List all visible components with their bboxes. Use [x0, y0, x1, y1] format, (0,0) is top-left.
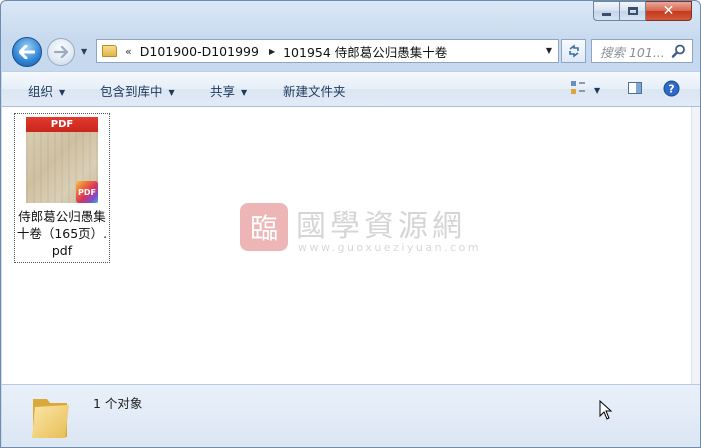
minimize-button[interactable]: [593, 1, 620, 21]
address-overflow-chevron[interactable]: «: [125, 45, 132, 58]
preview-pane-button[interactable]: [627, 80, 643, 99]
command-bar: 组织 ▼ 包含到库中 ▼ 共享 ▼ 新建文件夹 ▼ ?: [2, 71, 700, 107]
vertical-scrollbar[interactable]: [691, 107, 700, 384]
file-list-area[interactable]: PDF PDF 侍郎葛公归愚集十卷（165页）.pdf 臨 國學資源網 www.…: [2, 107, 692, 384]
address-separator-arrow[interactable]: ▶: [269, 47, 275, 56]
chevron-down-icon: ▼: [168, 88, 175, 97]
item-count-text: 1 个对象: [93, 396, 143, 411]
maximize-icon: [627, 7, 638, 15]
help-button[interactable]: ?: [663, 80, 680, 100]
address-bar[interactable]: « D101900-D101999 ▶ 101954 侍郎葛公归愚集十卷 ▼: [96, 39, 559, 63]
address-history-dropdown[interactable]: ▼: [546, 46, 552, 55]
search-placeholder: 搜索 101...: [600, 44, 665, 60]
watermark-seal-logo: 臨: [240, 203, 288, 251]
chevron-down-icon: ▼: [241, 88, 248, 97]
view-grid-icon: [571, 81, 585, 94]
explorer-window: ✕ ▼ « D101900-D101999 ▶ 101954 侍郎葛公归愚集十卷…: [0, 0, 701, 448]
folder-large-icon: [32, 399, 69, 438]
pdf-thumbnail-header: PDF: [26, 117, 98, 132]
watermark-title: 國學資源網: [296, 209, 466, 244]
address-segment-current[interactable]: 101954 侍郎葛公归愚集十卷: [283, 42, 447, 61]
forward-button[interactable]: [47, 38, 75, 66]
include-library-label: 包含到库中: [100, 84, 163, 99]
share-menu[interactable]: 共享 ▼: [210, 81, 247, 100]
include-library-menu[interactable]: 包含到库中 ▼: [100, 81, 175, 100]
preview-pane-icon: [628, 82, 642, 94]
arrow-left-icon: [19, 45, 35, 59]
pdf-thumbnail: PDF PDF: [26, 117, 98, 203]
watermark-url: www.guoxueziyuan.com: [298, 241, 482, 254]
search-box[interactable]: 搜索 101...: [591, 39, 693, 63]
new-folder-label: 新建文件夹: [283, 84, 346, 99]
svg-text:?: ?: [668, 83, 674, 96]
chevron-down-icon: ▼: [594, 86, 601, 95]
new-folder-button[interactable]: 新建文件夹: [283, 81, 346, 100]
close-icon: ✕: [662, 3, 675, 19]
mouse-cursor-icon: [599, 400, 613, 420]
view-options-dropdown[interactable]: ▼: [594, 82, 600, 97]
share-label: 共享: [210, 84, 236, 99]
watermark: 臨 國學資源網 www.guoxueziyuan.com: [240, 201, 480, 265]
help-icon: ?: [663, 80, 680, 97]
arrow-right-icon: [54, 46, 68, 58]
organize-menu[interactable]: 组织 ▼: [28, 81, 65, 100]
file-item[interactable]: PDF PDF 侍郎葛公归愚集十卷（165页）.pdf: [14, 113, 110, 263]
pdf-page-preview: PDF: [26, 132, 98, 203]
address-segment-parent[interactable]: D101900-D101999: [140, 44, 259, 59]
pdf-app-icon: PDF: [76, 181, 98, 203]
organize-label: 组织: [28, 84, 54, 99]
back-button[interactable]: [12, 37, 42, 67]
maximize-button[interactable]: [620, 1, 646, 21]
search-icon[interactable]: [671, 43, 687, 59]
chevron-down-icon: ▼: [59, 88, 66, 97]
close-button[interactable]: ✕: [646, 1, 692, 21]
change-view-button[interactable]: [570, 80, 586, 99]
refresh-button[interactable]: [561, 39, 586, 63]
details-pane: 1 个对象: [2, 384, 700, 447]
refresh-icon: [568, 44, 579, 58]
folder-icon: [102, 45, 117, 57]
file-name-label[interactable]: 侍郎葛公归愚集十卷（165页）.pdf: [15, 208, 109, 259]
minimize-icon: [602, 12, 611, 16]
recent-pages-dropdown[interactable]: ▼: [81, 47, 87, 56]
caption-buttons: ✕: [593, 1, 692, 21]
